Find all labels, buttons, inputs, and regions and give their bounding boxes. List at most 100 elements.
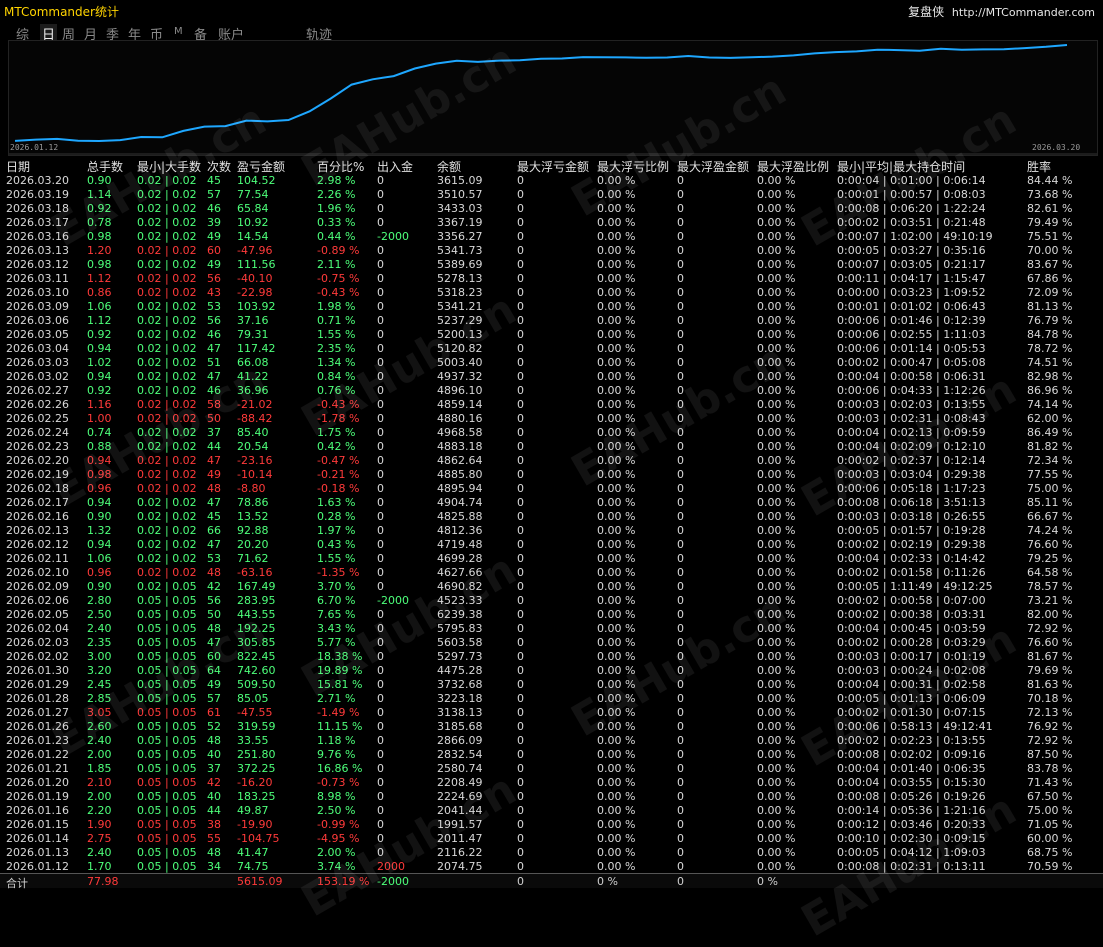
col-deposit-cell: 0 xyxy=(377,846,384,859)
col-date-cell: 2026.03.13 xyxy=(6,244,69,257)
col-total-lots-cell: 2.40 xyxy=(87,734,112,747)
table-row[interactable]: 2026.03.18 0.92 0.02 | 0.02 46 65.84 1.96 % 0 3… xyxy=(0,201,1103,215)
table-row[interactable]: 2026.02.06 2.80 0.05 | 0.05 56 283.95 6.70 % -… xyxy=(0,593,1103,607)
table-row[interactable]: 2026.02.05 2.50 0.05 | 0.05 50 443.55 7.65 % 0… xyxy=(0,607,1103,621)
col-max-float-loss-cell: 0 xyxy=(517,188,524,201)
col-min-max-lots-cell: 0.02 | 0.02 xyxy=(137,230,197,243)
col-max-float-profit-cell: 0 xyxy=(677,818,684,831)
col-deposit-cell: 0 xyxy=(377,622,384,635)
table-row[interactable]: 2026.02.13 1.32 0.02 | 0.02 66 92.88 1.97 % 0 4… xyxy=(0,523,1103,537)
col-percent-cell: 1.18 % xyxy=(317,734,356,747)
col-min-max-lots-cell: 0.02 | 0.02 xyxy=(137,314,197,327)
col-min-max-lots-cell: 0.05 | 0.05 xyxy=(137,762,197,775)
table-row[interactable]: 2026.03.16 0.98 0.02 | 0.02 49 14.54 0.44 % -2… xyxy=(0,229,1103,243)
table-row[interactable]: 2026.02.09 0.90 0.02 | 0.05 42 167.49 3.70 % 0… xyxy=(0,579,1103,593)
table-row[interactable]: 2026.02.27 0.92 0.02 | 0.02 46 36.96 0.76 % 0 4… xyxy=(0,383,1103,397)
table-row[interactable]: 2026.03.06 1.12 0.02 | 0.02 56 37.16 0.71 % 0 5… xyxy=(0,313,1103,327)
col-total-lots-cell: 0.90 xyxy=(87,510,112,523)
table-row[interactable]: 2026.03.02 0.94 0.02 | 0.02 47 41.22 0.84 % 0 4… xyxy=(0,369,1103,383)
col-balance-cell: 3367.19 xyxy=(437,216,483,229)
brand-url[interactable]: http://MTCommander.com xyxy=(952,6,1095,19)
table-row[interactable]: 2026.01.21 1.85 0.05 | 0.05 37 372.25 16.86 %… xyxy=(0,761,1103,775)
table-row[interactable]: 2026.02.23 0.88 0.02 | 0.02 44 20.54 0.42 % 0 4… xyxy=(0,439,1103,453)
col-deposit-cell: 0 xyxy=(377,258,384,271)
table-row[interactable]: 2026.03.11 1.12 0.02 | 0.02 56 -40.10 -0.75 %… xyxy=(0,271,1103,285)
table-row[interactable]: 2026.02.11 1.06 0.02 | 0.02 53 71.62 1.55 % 0 4… xyxy=(0,551,1103,565)
table-row[interactable]: 2026.03.09 1.06 0.02 | 0.02 53 103.92 1.98 % 0… xyxy=(0,299,1103,313)
table-row[interactable]: 2026.01.27 3.05 0.05 | 0.05 61 -47.55 -1.49 %… xyxy=(0,705,1103,719)
table-row[interactable]: 2026.03.13 1.20 0.02 | 0.02 60 -47.96 -0.89 %… xyxy=(0,243,1103,257)
table-row[interactable]: 2026.01.19 2.00 0.05 | 0.05 40 183.25 8.98 % 0… xyxy=(0,789,1103,803)
col-max-float-loss-cell: 0 xyxy=(517,398,524,411)
col-pnl-cell: 117.42 xyxy=(237,342,276,355)
table-row[interactable]: 2026.03.20 0.90 0.02 | 0.02 45 104.52 2.98 % 0… xyxy=(0,173,1103,187)
table-row[interactable]: 2026.02.12 0.94 0.02 | 0.02 47 20.20 0.43 % 0 4… xyxy=(0,537,1103,551)
col-hold-time-cell: 0:00:05 | 0:01:57 | 0:19:28 xyxy=(837,524,986,537)
col-min-max-lots-cell: 0.02 | 0.02 xyxy=(137,384,197,397)
tab-m[interactable]: M xyxy=(174,26,183,37)
col-hold-time-cell: 0:00:04 | 0:03:55 | 0:15:30 xyxy=(837,776,986,789)
table-row[interactable]: 2026.03.17 0.78 0.02 | 0.02 39 10.92 0.33 % 0 3… xyxy=(0,215,1103,229)
col-hold-time-cell: 0:00:05 | 0:03:27 | 0:35:16 xyxy=(837,244,986,257)
table-row[interactable]: 2026.01.26 2.60 0.05 | 0.05 52 319.59 11.15 %… xyxy=(0,719,1103,733)
col-max-float-profit-pct-cell: 0.00 % xyxy=(757,356,796,369)
col-date-cell: 2026.03.03 xyxy=(6,356,69,369)
col-win-rate-cell: 68.75 % xyxy=(1027,846,1073,859)
col-max-float-profit-pct-cell: 0.00 % xyxy=(757,664,796,677)
col-min-max-lots-cell: 0.02 | 0.02 xyxy=(137,496,197,509)
col-win-rate-cell: 76.92 % xyxy=(1027,720,1073,733)
table-row[interactable]: 2026.03.12 0.98 0.02 | 0.02 49 111.56 2.11 % 0… xyxy=(0,257,1103,271)
table-row[interactable]: 2026.02.03 2.35 0.05 | 0.05 47 305.85 5.77 % 0… xyxy=(0,635,1103,649)
col-deposit-cell: 0 xyxy=(377,370,384,383)
table-row[interactable]: 2026.02.19 0.98 0.02 | 0.02 49 -10.14 -0.21 %… xyxy=(0,467,1103,481)
col-balance-cell: 2074.75 xyxy=(437,860,483,873)
table-row[interactable]: 2026.01.13 2.40 0.05 | 0.05 48 41.47 2.00 % 0 2… xyxy=(0,845,1103,859)
table-row[interactable]: 2026.02.18 0.96 0.02 | 0.02 48 -8.80 -0.18 % 0… xyxy=(0,481,1103,495)
brand[interactable]: 复盘侠 http://MTCommander.com xyxy=(908,3,1095,20)
col-min-max-lots-cell: 0.02 | 0.02 xyxy=(137,510,197,523)
table-row[interactable]: 2026.02.26 1.16 0.02 | 0.02 58 -21.02 -0.43 %… xyxy=(0,397,1103,411)
col-max-float-loss-pct-cell: 0.00 % xyxy=(597,650,636,663)
table-row[interactable]: 2026.02.17 0.94 0.02 | 0.02 47 78.86 1.63 % 0 4… xyxy=(0,495,1103,509)
col-total-lots-cell: 0.94 xyxy=(87,454,112,467)
table-row[interactable]: 2026.01.22 2.00 0.05 | 0.05 40 251.80 9.76 % 0… xyxy=(0,747,1103,761)
col-total-lots-cell: 1.85 xyxy=(87,762,112,775)
col-pnl-cell: 104.52 xyxy=(237,174,276,187)
table-row[interactable]: 2026.02.04 2.40 0.05 | 0.05 48 192.25 3.43 % 0… xyxy=(0,621,1103,635)
table-row[interactable]: 2026.01.30 3.20 0.05 | 0.05 64 742.60 19.89 %… xyxy=(0,663,1103,677)
col-max-float-loss-cell: 0 xyxy=(517,832,524,845)
col-max-float-loss-pct-cell: 0.00 % xyxy=(597,454,636,467)
chart-end-date: 2026.03.20 xyxy=(1032,143,1081,152)
table-row[interactable]: 2026.01.23 2.40 0.05 | 0.05 48 33.55 1.18 % 0 2… xyxy=(0,733,1103,747)
table-row[interactable]: 2026.01.16 2.20 0.05 | 0.05 44 49.87 2.50 % 0 2… xyxy=(0,803,1103,817)
table-row[interactable]: 2026.01.20 2.10 0.05 | 0.05 42 -16.20 -0.73 %… xyxy=(0,775,1103,789)
table-row[interactable]: 2026.03.04 0.94 0.02 | 0.02 47 117.42 2.35 % 0… xyxy=(0,341,1103,355)
table-row[interactable]: 2026.02.10 0.96 0.02 | 0.02 48 -63.16 -1.35 %… xyxy=(0,565,1103,579)
table-row[interactable]: 2026.02.02 3.00 0.05 | 0.05 60 822.45 18.38 %… xyxy=(0,649,1103,663)
table-row[interactable]: 2026.01.15 1.90 0.05 | 0.05 38 -19.90 -0.99 %… xyxy=(0,817,1103,831)
table-row[interactable]: 2026.03.10 0.86 0.02 | 0.02 43 -22.98 -0.43 %… xyxy=(0,285,1103,299)
table-row[interactable]: 2026.01.28 2.85 0.05 | 0.05 57 85.05 2.71 % 0 3… xyxy=(0,691,1103,705)
col-max-float-loss-pct-cell: 0.00 % xyxy=(597,622,636,635)
col-count-cell: 55 xyxy=(207,832,221,845)
table-row[interactable]: 2026.02.24 0.74 0.02 | 0.02 37 85.40 1.75 % 0 4… xyxy=(0,425,1103,439)
table-row[interactable]: 2026.01.29 2.45 0.05 | 0.05 49 509.50 15.81 %… xyxy=(0,677,1103,691)
table-row[interactable]: 2026.02.16 0.90 0.02 | 0.02 45 13.52 0.28 % 0 4… xyxy=(0,509,1103,523)
col-win-rate-cell: 83.67 % xyxy=(1027,258,1073,271)
table-row[interactable]: 2026.01.12 1.70 0.05 | 0.05 34 74.75 3.74 % 20… xyxy=(0,859,1103,873)
col-count-cell: 47 xyxy=(207,636,221,649)
col-max-float-profit-cell: 0 xyxy=(677,454,684,467)
table-row[interactable]: 2026.02.20 0.94 0.02 | 0.02 47 -23.16 -0.47 %… xyxy=(0,453,1103,467)
col-pnl-cell: 167.49 xyxy=(237,580,276,593)
col-max-float-profit-cell: 0 xyxy=(677,426,684,439)
col-max-float-profit-pct-cell: 0.00 % xyxy=(757,314,796,327)
col-max-float-profit-cell: 0 xyxy=(677,804,684,817)
table-row[interactable]: 2026.03.05 0.92 0.02 | 0.02 46 79.31 1.55 % 0 5… xyxy=(0,327,1103,341)
table-row[interactable]: 2026.03.19 1.14 0.02 | 0.02 57 77.54 2.26 % 0 3… xyxy=(0,187,1103,201)
col-date-cell: 2026.02.13 xyxy=(6,524,69,537)
table-row[interactable]: 2026.03.03 1.02 0.02 | 0.02 51 66.08 1.34 % 0 5… xyxy=(0,355,1103,369)
col-percent-cell: 3.43 % xyxy=(317,622,356,635)
table-row[interactable]: 2026.02.25 1.00 0.02 | 0.02 50 -88.42 -1.78 %… xyxy=(0,411,1103,425)
col-total-lots-cell: 0.74 xyxy=(87,426,112,439)
table-row[interactable]: 2026.01.14 2.75 0.05 | 0.05 55 -104.75 -4.95 … xyxy=(0,831,1103,845)
